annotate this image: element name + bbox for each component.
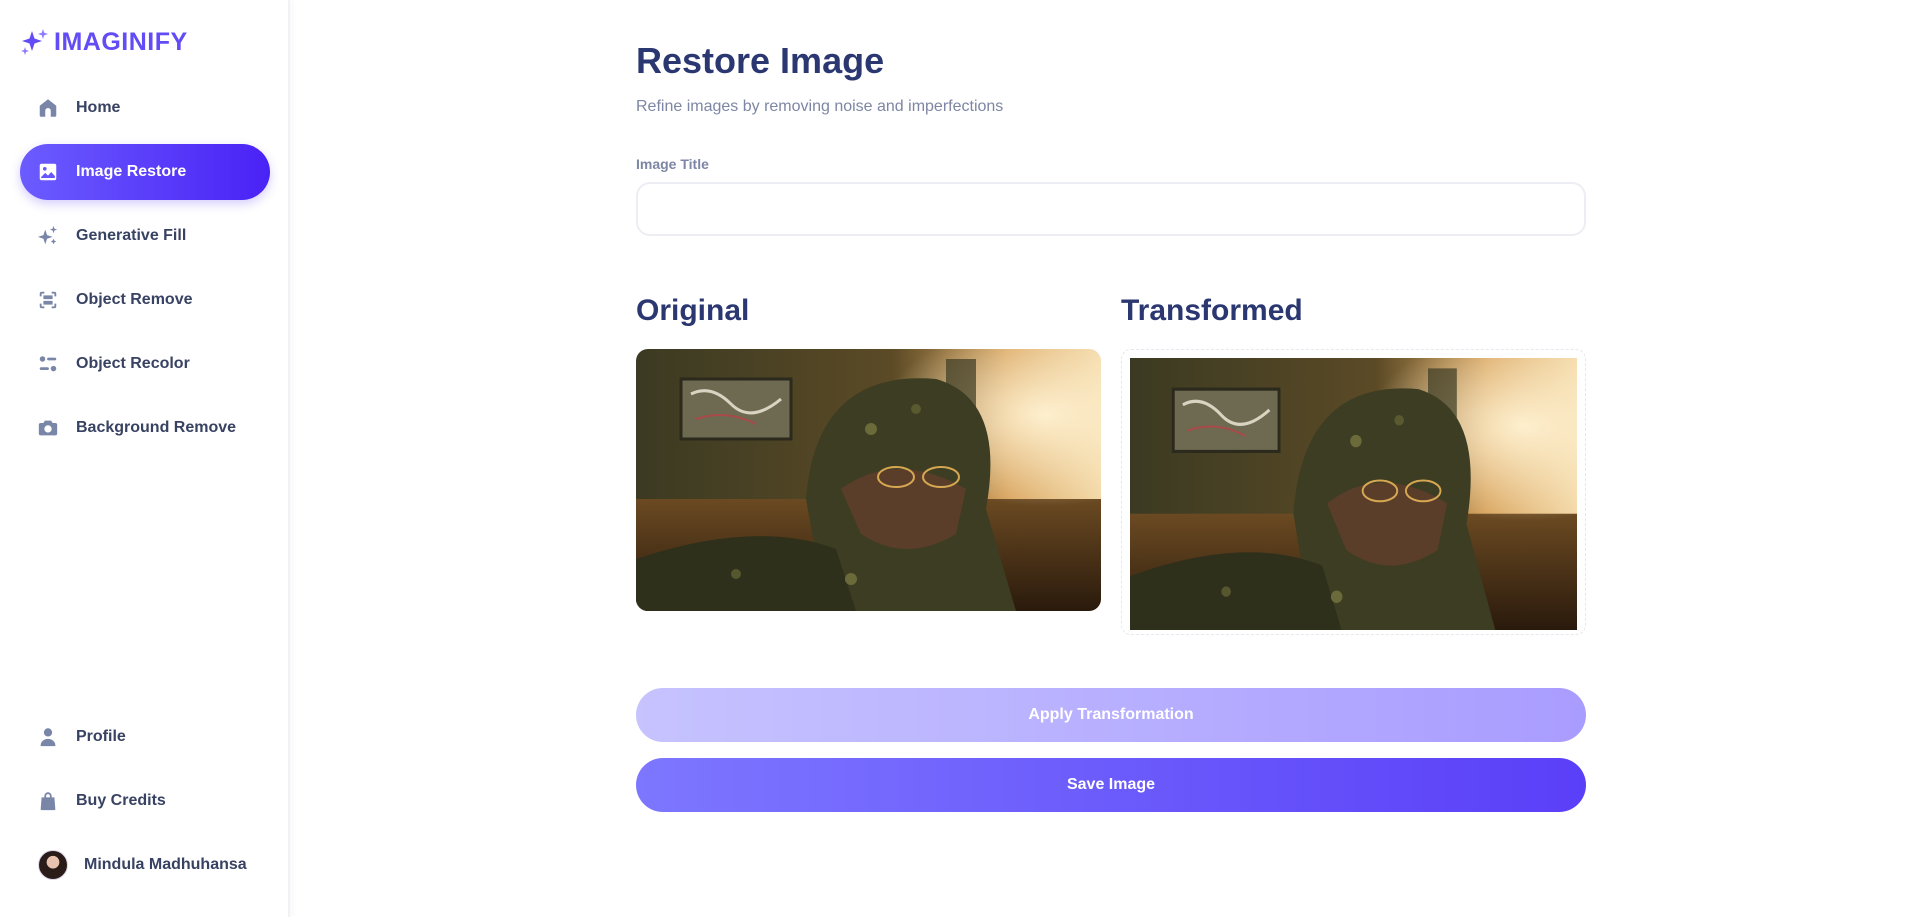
transformed-image[interactable]: [1130, 358, 1577, 630]
transformed-heading: Transformed: [1121, 294, 1303, 327]
page-subtitle: Refine images by removing noise and impe…: [636, 98, 1004, 115]
sidebar-item-profile[interactable]: Profile: [20, 709, 270, 765]
user-name: Mindula Madhuhansa: [84, 856, 247, 873]
bag-icon: [36, 789, 60, 813]
save-image-button[interactable]: Save Image: [636, 758, 1586, 812]
sidebar-item-home[interactable]: Home: [20, 80, 270, 136]
sidebar-item-label: Buy Credits: [76, 792, 166, 809]
camera-icon: [36, 416, 60, 440]
page-title: Restore Image: [636, 40, 885, 81]
sidebar-nav: Home Image Restore Generative Fill Objec…: [20, 80, 270, 464]
brand-name: IMAGINIFY: [54, 27, 188, 56]
apply-transformation-button[interactable]: Apply Transformation: [636, 688, 1586, 742]
scan-icon: [36, 288, 60, 312]
original-heading: Original: [636, 294, 750, 327]
brand-logo[interactable]: IMAGINIFY: [20, 27, 188, 57]
sidebar-item-object-remove[interactable]: Object Remove: [20, 272, 270, 328]
home-icon: [36, 96, 60, 120]
sidebar-item-label: Image Restore: [76, 163, 187, 180]
sidebar-item-label: Profile: [76, 728, 126, 745]
image-title-input[interactable]: [636, 182, 1586, 236]
sparkles-icon: [36, 224, 60, 248]
user-profile-button[interactable]: Mindula Madhuhansa: [20, 837, 270, 893]
sidebar-bottom: Profile Buy Credits Mindula Madhuhansa: [20, 709, 270, 893]
image-title-label: Image Title: [636, 156, 709, 172]
image-icon: [36, 160, 60, 184]
user-icon: [36, 725, 60, 749]
sidebar-item-label: Object Recolor: [76, 355, 190, 372]
sparkles-logo-icon: [21, 29, 48, 55]
filter-icon: [36, 352, 60, 376]
sidebar-item-label: Object Remove: [76, 291, 193, 308]
sidebar-item-label: Background Remove: [76, 419, 237, 436]
sidebar-item-object-recolor[interactable]: Object Recolor: [20, 336, 270, 392]
main-content: Restore Image Refine images by removing …: [636, 36, 1586, 812]
avatar: [38, 850, 68, 880]
image-comparison: Original Transformed: [636, 294, 1586, 635]
sidebar-item-image-restore[interactable]: Image Restore: [20, 144, 270, 200]
app-root: IMAGINIFY Home Image Restore Generative …: [0, 0, 1920, 917]
sidebar-item-label: Home: [76, 99, 121, 116]
original-image[interactable]: [636, 349, 1101, 611]
sidebar-item-label: Generative Fill: [76, 227, 187, 244]
sidebar-item-buy-credits[interactable]: Buy Credits: [20, 773, 270, 829]
sidebar: IMAGINIFY Home Image Restore Generative …: [0, 0, 290, 917]
sidebar-item-generative-fill[interactable]: Generative Fill: [20, 208, 270, 264]
sidebar-item-background-remove[interactable]: Background Remove: [20, 400, 270, 456]
